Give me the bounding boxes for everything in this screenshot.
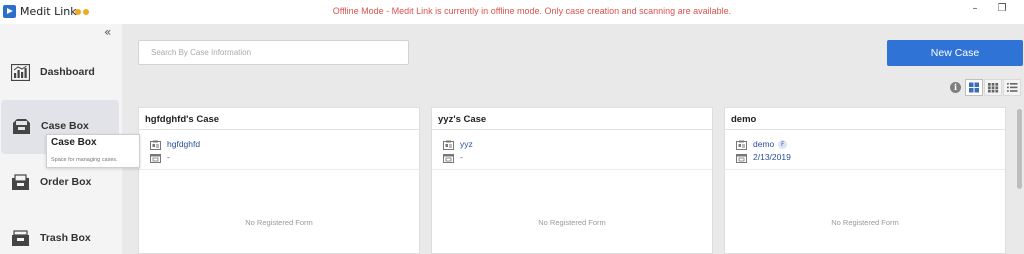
minimize-button[interactable]: –: [968, 2, 982, 16]
divider: [432, 129, 712, 130]
form-status: No Registered Form: [831, 218, 899, 227]
info-icon[interactable]: i: [950, 82, 961, 93]
order-box-icon: [12, 174, 29, 190]
case-box-tooltip: Case Box Space for managing cases.: [46, 134, 140, 168]
case-box-icon: [13, 119, 30, 134]
main-content: Search By Case Information New Case i hg…: [122, 24, 1024, 254]
divider: [725, 129, 1005, 130]
form-status: No Registered Form: [538, 218, 606, 227]
patient-name[interactable]: hgfdghfd: [167, 139, 200, 149]
case-date: -: [460, 152, 463, 162]
patient-icon: [150, 140, 161, 150]
small-grid-icon: [988, 83, 999, 93]
new-case-button[interactable]: New Case: [887, 40, 1023, 66]
sidebar-item-label: Case Box: [41, 120, 89, 132]
patient-icon: [736, 140, 747, 150]
tooltip-title: Case Box: [51, 137, 97, 148]
patient-icon: [443, 140, 454, 150]
case-title: demo: [731, 114, 757, 125]
scrollbar-thumb[interactable]: [1017, 109, 1022, 189]
case-card[interactable]: yyz's Case yyz - No Registered Form: [431, 107, 713, 254]
divider: [139, 169, 419, 170]
list-icon: [1007, 83, 1018, 92]
divider: [725, 169, 1005, 170]
case-date: -: [167, 152, 170, 162]
large-grid-view-button[interactable]: [965, 79, 983, 96]
calendar-icon: [150, 154, 161, 163]
scrollbar[interactable]: [1016, 109, 1024, 254]
case-card[interactable]: hgfdghfd's Case hgfdghfd - No Registered…: [138, 107, 420, 254]
search-input[interactable]: Search By Case Information: [138, 40, 409, 65]
case-title: yyz's Case: [438, 114, 487, 125]
case-title: hgfdghfd's Case: [145, 114, 220, 125]
small-grid-view-button[interactable]: [984, 79, 1002, 96]
form-status: No Registered Form: [245, 218, 313, 227]
offline-banner: Offline Mode - Medit Link is currently i…: [332, 6, 732, 16]
patient-name[interactable]: demo F: [753, 139, 788, 149]
large-grid-icon: [969, 82, 979, 93]
calendar-icon: [736, 154, 747, 163]
sidebar-item-dashboard[interactable]: Dashboard: [0, 46, 118, 100]
divider: [139, 129, 419, 130]
restore-button[interactable]: ❐: [995, 2, 1009, 16]
divider: [432, 169, 712, 170]
calendar-icon: [443, 154, 454, 163]
patient-name-text: demo: [753, 139, 775, 149]
dashboard-icon: [11, 64, 30, 81]
sidebar-item-label: Order Box: [40, 176, 92, 188]
collapse-sidebar-button[interactable]: «: [104, 24, 111, 40]
case-date: 2/13/2019: [753, 152, 791, 162]
list-view-button[interactable]: [1003, 79, 1021, 96]
sidebar-item-trash-box[interactable]: Trash Box: [0, 212, 118, 254]
patient-name[interactable]: yyz: [460, 139, 473, 149]
sidebar-item-label: Trash Box: [40, 232, 91, 244]
sidebar-item-label: Dashboard: [40, 66, 95, 78]
title-bar: Medit Link Offline Mode - Medit Link is …: [0, 0, 1024, 24]
trash-box-icon: [12, 230, 29, 246]
f-badge: F: [778, 140, 788, 149]
tooltip-description: Space for managing cases.: [51, 157, 118, 163]
case-card[interactable]: demo demo F 2/13/2019 No Registered Form: [724, 107, 1006, 254]
